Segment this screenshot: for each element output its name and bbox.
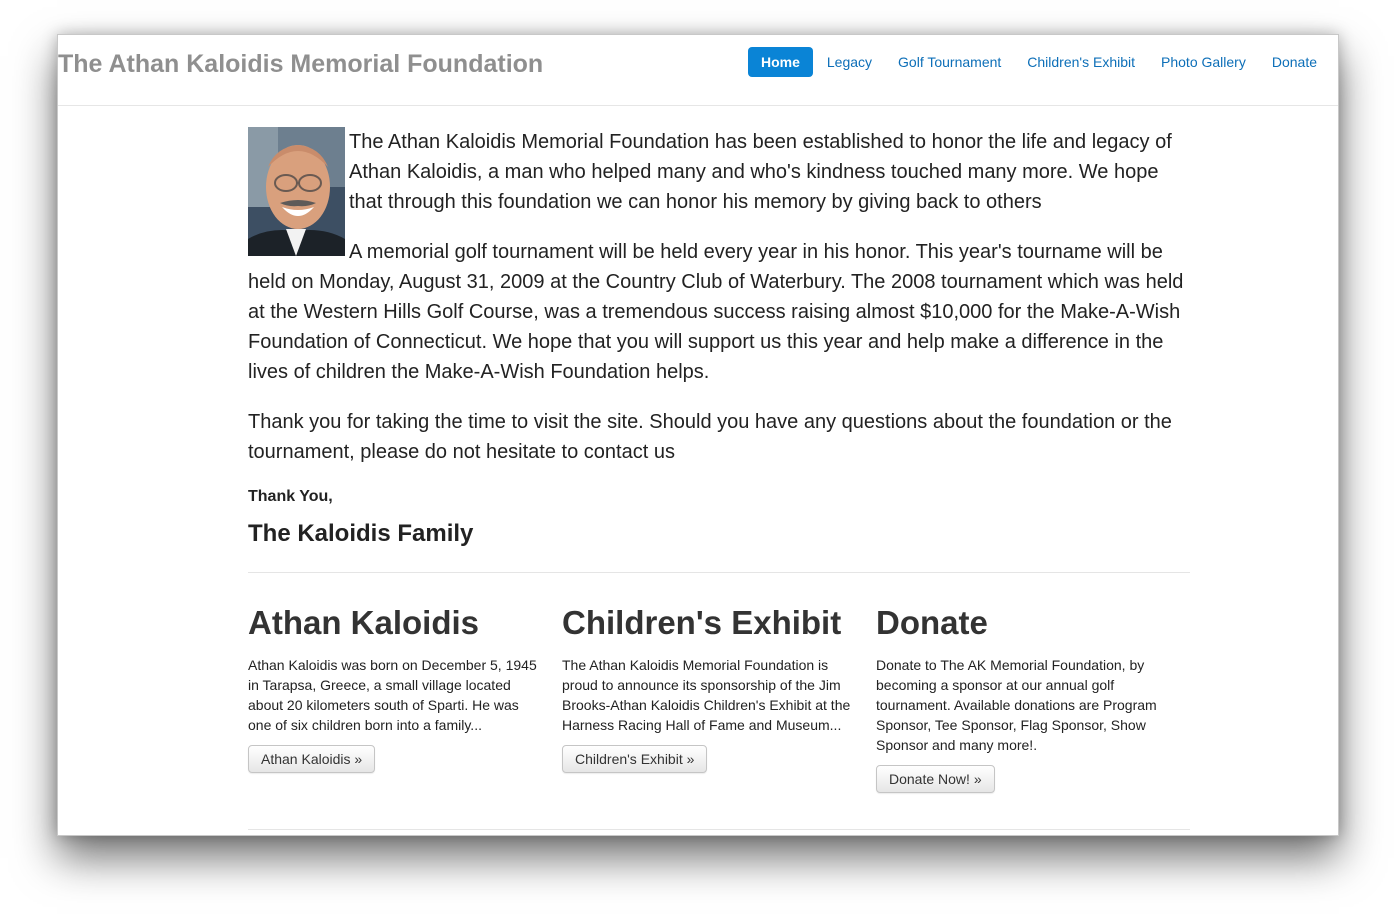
column-text: Donate to The AK Memorial Foundation, by… bbox=[876, 657, 1157, 753]
navbar: The Athan Kaloidis Memorial Foundation H… bbox=[58, 35, 1338, 106]
column-title: Athan Kaloidis bbox=[248, 604, 480, 641]
nav-childrens-exhibit[interactable]: Children's Exhibit bbox=[1014, 47, 1148, 77]
thank-you-text: Thank You, bbox=[248, 488, 333, 505]
feature-columns: Athan Kaloidis Athan Kaloidis was born o… bbox=[248, 603, 1190, 793]
main-content: The Athan Kaloidis Memorial Foundation h… bbox=[248, 127, 1190, 793]
column-athan: Athan Kaloidis Athan Kaloidis was born o… bbox=[248, 603, 542, 793]
nav-legacy[interactable]: Legacy bbox=[814, 47, 885, 77]
column-title: Donate bbox=[876, 604, 988, 641]
column-text: Athan Kaloidis was born on December 5, 1… bbox=[248, 657, 537, 733]
athan-kaloidis-button[interactable]: Athan Kaloidis » bbox=[248, 745, 376, 773]
browser-window: The Athan Kaloidis Memorial Foundation H… bbox=[57, 34, 1339, 836]
intro-paragraph-3: Thank you for taking the time to visit t… bbox=[248, 411, 1172, 463]
footer-divider bbox=[248, 829, 1190, 830]
main-nav: Home Legacy Golf Tournament Children's E… bbox=[747, 47, 1330, 77]
donate-now-button[interactable]: Donate Now! » bbox=[876, 765, 995, 793]
column-childrens-exhibit: Children's Exhibit The Athan Kaloidis Me… bbox=[562, 603, 856, 793]
intro-paragraph-2: A memorial golf tournament will be held … bbox=[248, 241, 1184, 383]
signature-heading: The Kaloidis Family bbox=[248, 520, 474, 547]
nav-home[interactable]: Home bbox=[747, 47, 813, 77]
intro-paragraph-1: The Athan Kaloidis Memorial Foundation h… bbox=[349, 131, 1172, 213]
nav-donate[interactable]: Donate bbox=[1259, 47, 1330, 77]
nav-photo-gallery[interactable]: Photo Gallery bbox=[1148, 47, 1259, 77]
portrait-photo bbox=[248, 127, 345, 256]
site-brand[interactable]: The Athan Kaloidis Memorial Foundation bbox=[58, 50, 543, 79]
column-title: Children's Exhibit bbox=[562, 604, 842, 641]
column-text: The Athan Kaloidis Memorial Foundation i… bbox=[562, 657, 851, 733]
childrens-exhibit-button[interactable]: Children's Exhibit » bbox=[562, 745, 708, 773]
nav-golf-tournament[interactable]: Golf Tournament bbox=[885, 47, 1014, 77]
section-divider bbox=[248, 572, 1190, 573]
column-donate: Donate Donate to The AK Memorial Foundat… bbox=[876, 603, 1170, 793]
